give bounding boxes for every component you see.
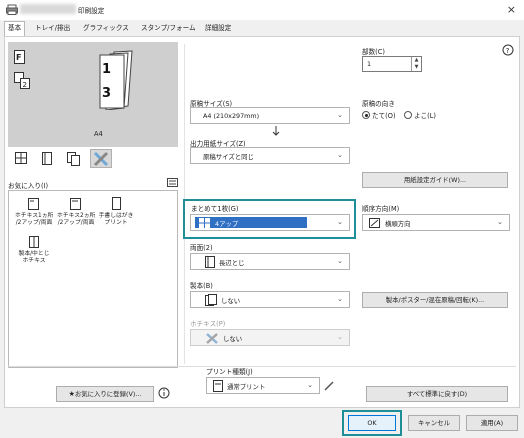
orientation-portrait-label: たて(O) xyxy=(372,112,396,120)
printer-icon xyxy=(6,4,18,15)
favorites-menu-icon[interactable] xyxy=(167,178,179,188)
staple-duplex-icon xyxy=(28,198,39,210)
print-type-label: プリント種類(J) xyxy=(206,368,253,376)
output-size-select[interactable]: 原稿サイズと同じ ⌄ xyxy=(190,147,350,164)
booklet-icon xyxy=(29,236,39,248)
favorite-item[interactable]: 製本/中とじ ホチキス xyxy=(15,235,53,265)
single-page-icon[interactable] xyxy=(12,150,30,167)
reset-defaults-button[interactable]: すべて標準に戻す(D) xyxy=(366,386,508,402)
cancel-button[interactable]: キャンセル xyxy=(408,415,460,431)
tab-stamp-form[interactable]: スタンプ/フォーム xyxy=(138,22,199,35)
staple-label: ホチキス(P) xyxy=(190,320,226,328)
tab-graphics[interactable]: グラフィックス xyxy=(80,22,132,35)
preview-page-3: 3 xyxy=(102,86,112,101)
duplicate-page-icon[interactable] xyxy=(64,150,82,167)
window-title: 印刷設定 xyxy=(78,7,105,15)
register-favorite-button[interactable]: ★お気に入りに登録(V)... xyxy=(56,386,154,402)
chevron-down-icon: ⌄ xyxy=(337,295,343,303)
favorite-item[interactable]: 手書しはがき プリント xyxy=(97,197,135,227)
help-icon[interactable]: ? xyxy=(502,44,514,56)
booklet-poster-button[interactable]: 製本/ポスター/混在原稿/回転(K)... xyxy=(362,292,508,308)
chevron-down-icon: ⌄ xyxy=(337,151,343,159)
view-icons-row xyxy=(12,149,142,168)
copies-label: 部数(C) xyxy=(362,48,385,56)
page-stack: 1 3 xyxy=(94,50,134,111)
copies-spinner[interactable]: 1 ▲ ▼ xyxy=(362,56,422,72)
tools-icon xyxy=(93,151,109,167)
tab-tray-output[interactable]: トレイ/排出 xyxy=(32,22,73,35)
orientation-landscape-label: よこ(L) xyxy=(414,112,437,120)
apply-button[interactable]: 適用(A) xyxy=(466,415,518,431)
nup-selected-bar xyxy=(195,217,307,228)
chevron-down-icon: ⌄ xyxy=(497,218,503,226)
favorites-list: ホチキス1ヵ所 /2アップ/両面 ホチキス2ヵ所 /2アップ/両面 手書しはがき… xyxy=(8,190,178,368)
preview-paper-label: A4 xyxy=(94,130,103,138)
chevron-down-icon: ⌄ xyxy=(337,257,343,265)
ok-button[interactable]: OK xyxy=(348,415,396,431)
svg-text:?: ? xyxy=(506,47,510,55)
svg-text:2: 2 xyxy=(23,81,27,89)
staple-select[interactable]: しない ⌄ xyxy=(190,329,350,346)
chevron-down-icon: ⌄ xyxy=(337,333,343,341)
title-bar: 印刷設定 × xyxy=(0,0,524,20)
tab-basic[interactable]: 基本 xyxy=(4,21,26,37)
info-icon[interactable] xyxy=(158,387,170,399)
collate-icon: 2 xyxy=(14,72,30,89)
print-type-select[interactable]: 通常プリント ⌄ xyxy=(206,377,320,394)
favorites-label: お気に入り(I) xyxy=(8,182,49,190)
orientation-portrait-radio[interactable] xyxy=(362,111,370,119)
staple-disabled-icon xyxy=(206,333,218,344)
postcard-icon xyxy=(112,197,121,210)
normal-print-icon xyxy=(213,380,223,392)
tab-strip: 基本 トレイ/排出 グラフィックス スタンプ/フォーム 詳細設定 xyxy=(4,21,524,37)
printer-name-redacted xyxy=(20,4,76,14)
paper-settings-guide-button[interactable]: 用紙設定ガイド(W)... xyxy=(362,172,508,188)
chevron-down-icon: ⌄ xyxy=(307,381,313,389)
layout-direction-select[interactable]: 横順方向 ⌄ xyxy=(362,214,510,231)
register-favorite-label: お気に入りに登録(V)... xyxy=(74,390,142,398)
staple-duplex-icon xyxy=(70,198,81,210)
layout-direction-label: 順序方向(M) xyxy=(362,205,400,213)
favorite-item[interactable]: ホチキス2ヵ所 /2アップ/両面 xyxy=(57,197,95,227)
preview-area: F 2 1 3 A4 xyxy=(8,42,178,147)
close-button[interactable]: × xyxy=(507,3,516,16)
orientation-label: 原稿の向き xyxy=(362,100,395,108)
arrow-down-icon xyxy=(272,126,280,136)
svg-text:F: F xyxy=(16,53,21,62)
book-icon[interactable] xyxy=(38,150,56,167)
four-up-icon xyxy=(199,218,210,228)
long-edge-binding-icon xyxy=(205,256,215,268)
bottom-separator xyxy=(8,366,516,367)
orientation-f-icon: F xyxy=(14,50,25,64)
layout-direction-icon xyxy=(369,218,380,228)
no-binding-icon xyxy=(205,294,217,306)
nup-select[interactable]: 4アップ ⌄ xyxy=(190,214,350,231)
chevron-down-icon: ⌄ xyxy=(337,218,343,226)
print-settings-window: 印刷設定 × 基本 トレイ/排出 グラフィックス スタンプ/フォーム 詳細設定 … xyxy=(0,0,524,438)
orientation-landscape-radio[interactable] xyxy=(404,111,412,119)
edit-pencil-icon[interactable] xyxy=(324,381,334,391)
copies-value: 1 xyxy=(367,60,372,68)
binding-select[interactable]: しない ⌄ xyxy=(190,291,350,308)
tab-advanced[interactable]: 詳細設定 xyxy=(202,22,234,35)
favorite-item[interactable]: ホチキス1ヵ所 /2アップ/両面 xyxy=(15,197,53,227)
duplex-label: 両面(2) xyxy=(190,244,213,252)
copies-stepper[interactable]: ▲ ▼ xyxy=(411,57,421,71)
nup-label: まとめて1枚(G) xyxy=(191,205,239,213)
binding-label: 製本(B) xyxy=(190,282,213,290)
tools-button[interactable] xyxy=(90,149,112,168)
original-size-select[interactable]: A4 (210x297mm) ⌄ xyxy=(190,107,350,124)
preview-page-1: 1 xyxy=(102,62,112,77)
chevron-down-icon: ⌄ xyxy=(337,111,343,119)
duplex-select[interactable]: 長辺とじ ⌄ xyxy=(190,253,350,270)
